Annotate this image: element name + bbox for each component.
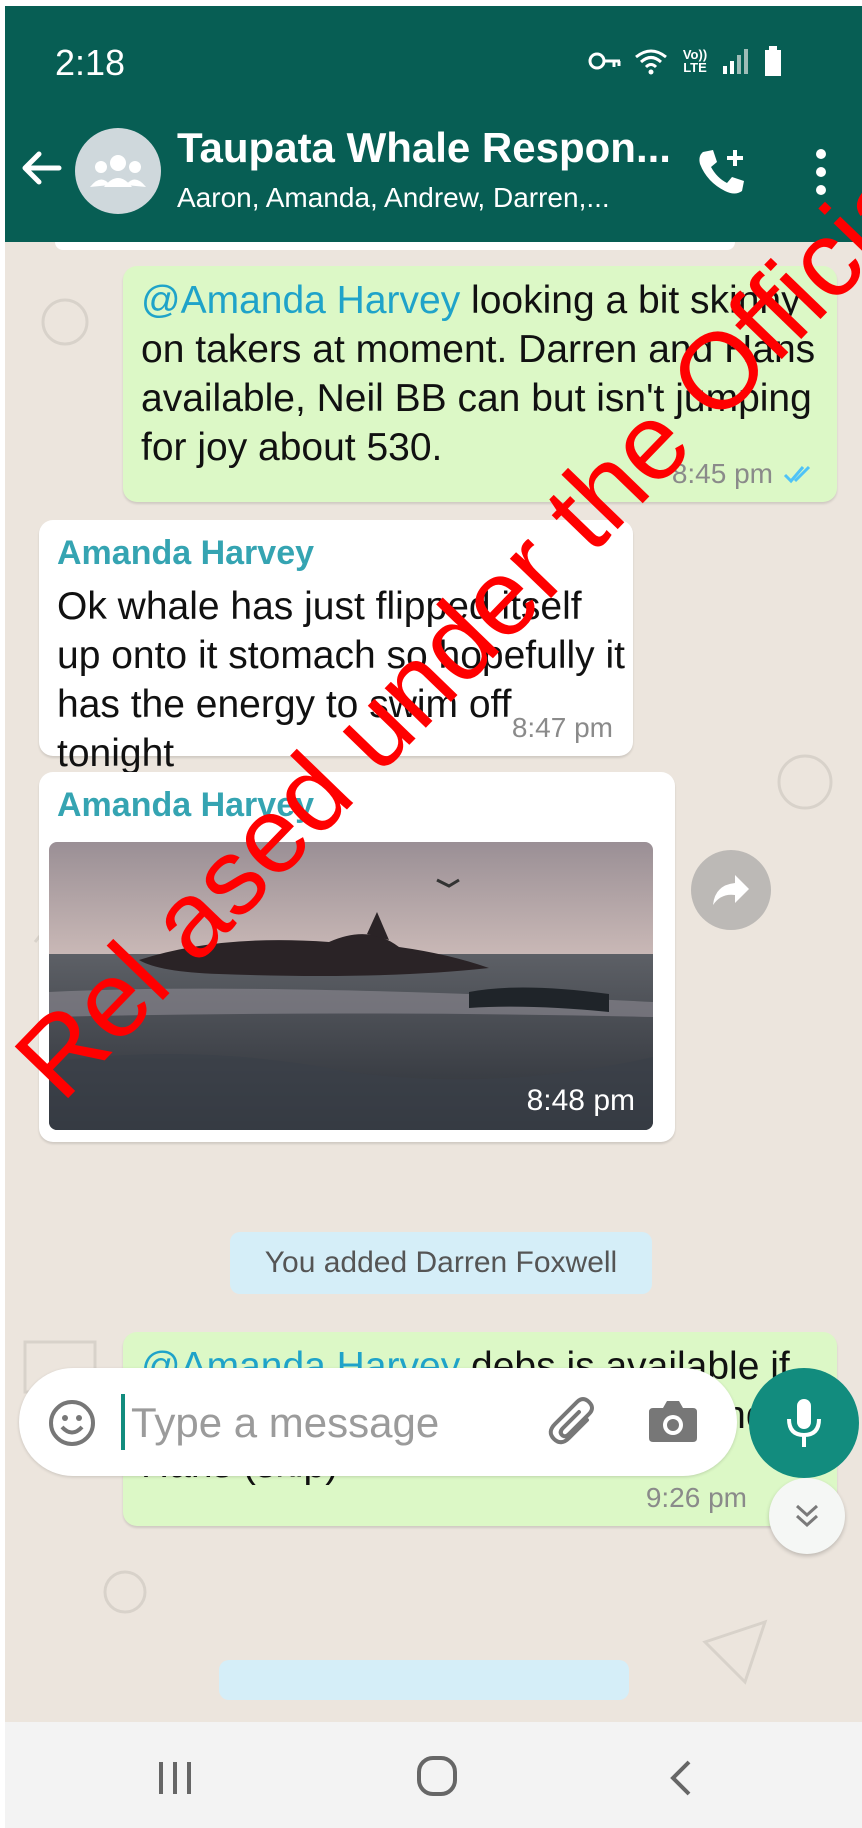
wifi-icon [635, 49, 667, 75]
recent-apps-icon[interactable] [155, 1758, 195, 1798]
add-call-icon[interactable] [695, 146, 751, 198]
message-input-box[interactable] [19, 1368, 737, 1476]
incoming-message[interactable]: Amanda Harvey Ok whale has just flipped … [39, 520, 633, 775]
double-chevron-down-icon [795, 1504, 819, 1528]
message-input[interactable] [129, 1390, 533, 1456]
volte-icon: Vo)) LTE [682, 47, 708, 75]
camera-icon[interactable] [647, 1396, 699, 1444]
chat-members[interactable]: Aaron, Amanda, Andrew, Darren,... [177, 182, 610, 214]
mention[interactable]: @Amanda Harvey [141, 279, 460, 322]
scroll-to-bottom-button[interactable] [769, 1478, 845, 1554]
text-caret [121, 1394, 125, 1450]
composer [5, 1368, 862, 1488]
read-receipt-icon [783, 465, 811, 484]
message-text: @Amanda Harvey looking a bit skinny on t… [141, 276, 821, 472]
voice-message-button[interactable] [749, 1368, 859, 1478]
key-icon [588, 52, 621, 70]
forward-button[interactable] [691, 850, 771, 930]
back-arrow-icon[interactable] [19, 146, 63, 190]
whale-photo[interactable]: 8:48 pm [49, 842, 653, 1130]
message-list[interactable]: @Amanda Harvey looking a bit skinny on t… [5, 242, 862, 1722]
outgoing-message[interactable]: @Amanda Harvey looking a bit skinny on t… [123, 266, 837, 502]
chat-header: Taupata Whale Respon... Aaron, Amanda, A… [5, 102, 862, 242]
phone-screen: 2:18 Vo)) LTE Taupata Whale Respon... Aa… [5, 6, 862, 1828]
battery-icon [765, 46, 781, 76]
back-icon[interactable] [665, 1758, 695, 1798]
message-time: 8:47 pm [511, 712, 613, 743]
message-time: 8:45 pm [671, 458, 773, 489]
next-system-message [219, 1660, 629, 1700]
emoji-icon[interactable] [47, 1398, 97, 1448]
status-icons: Vo)) LTE [588, 46, 782, 76]
sender-name: Amanda Harvey [57, 786, 315, 824]
microphone-icon [787, 1399, 821, 1447]
attach-icon[interactable] [547, 1396, 599, 1448]
sender-name: Amanda Harvey [57, 534, 315, 572]
system-message: You added Darren Foxwell [230, 1232, 652, 1294]
group-avatar[interactable] [75, 128, 161, 214]
system-navigation-bar [5, 1722, 862, 1828]
status-bar: 2:18 Vo)) LTE [5, 6, 862, 102]
message-body: Ok whale has just flipped itself up onto… [57, 585, 625, 775]
previous-bubble-edge [55, 242, 735, 250]
message-meta: 8:47 pm [512, 712, 613, 744]
more-options-icon[interactable] [811, 146, 831, 198]
forward-icon [713, 875, 749, 905]
message-meta: 8:45 pm [672, 458, 817, 490]
photo-time: 8:48 pm [526, 1084, 635, 1117]
chat-title[interactable]: Taupata Whale Respon... [177, 124, 671, 172]
home-icon[interactable] [415, 1754, 459, 1798]
signal-icon [723, 49, 748, 74]
incoming-photo-message[interactable]: Amanda Harvey 8:48 pm [39, 772, 675, 1142]
group-icon [90, 155, 146, 187]
status-time: 2:18 [55, 42, 126, 83]
